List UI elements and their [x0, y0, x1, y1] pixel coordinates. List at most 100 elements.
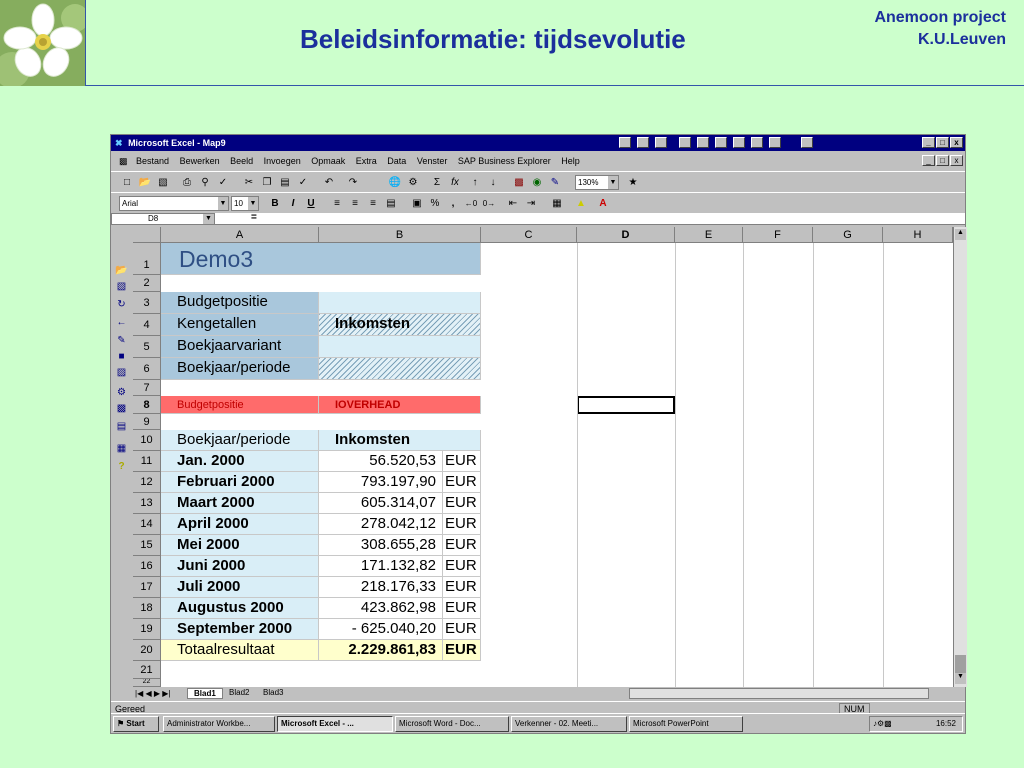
- filter-value[interactable]: [319, 292, 481, 314]
- row-header[interactable]: 4: [133, 314, 161, 336]
- formula-input[interactable]: [271, 213, 965, 224]
- chevron-down-icon[interactable]: ▼: [203, 214, 214, 224]
- filter-value[interactable]: Inkomsten: [319, 314, 481, 336]
- row-header[interactable]: 19: [133, 619, 161, 640]
- format-icon[interactable]: ▤: [114, 421, 129, 435]
- value-cell[interactable]: 605.314,07: [319, 493, 443, 514]
- value-cell[interactable]: 793.197,90: [319, 472, 443, 493]
- row-header[interactable]: 13: [133, 493, 161, 514]
- period-cell[interactable]: Mei 2000: [161, 535, 319, 556]
- help-assistant-icon[interactable]: ★: [625, 175, 641, 190]
- drawing-icon[interactable]: ✎: [547, 175, 563, 190]
- filter-label[interactable]: Budgetpositie: [161, 292, 319, 314]
- total-value[interactable]: 2.229.861,83: [319, 640, 443, 661]
- taskbar-item[interactable]: Administrator Workbe...: [163, 716, 275, 732]
- settings-icon[interactable]: ▩: [114, 403, 129, 417]
- value-cell[interactable]: 308.655,28: [319, 535, 443, 556]
- start-button[interactable]: ⚑ Start: [113, 716, 159, 732]
- preview-icon[interactable]: ⚲: [197, 175, 213, 190]
- chevron-down-icon[interactable]: ▼: [248, 197, 258, 210]
- value-cell[interactable]: - 625.040,20: [319, 619, 443, 640]
- column-header-g[interactable]: G: [813, 227, 883, 243]
- row-header[interactable]: 15: [133, 535, 161, 556]
- row-header[interactable]: 8: [133, 396, 161, 414]
- fill-color-icon[interactable]: ▲: [573, 196, 589, 211]
- row-header[interactable]: 14: [133, 514, 161, 535]
- row-header[interactable]: 16: [133, 556, 161, 577]
- taskbar-item[interactable]: Microsoft PowerPoint: [629, 716, 743, 732]
- increase-indent-icon[interactable]: ⇥: [523, 196, 539, 211]
- table-header-period[interactable]: Boekjaar/periode: [161, 430, 319, 451]
- column-header-c[interactable]: C: [481, 227, 577, 243]
- tab-blad3[interactable]: Blad3: [259, 688, 287, 697]
- save-icon[interactable]: ▧: [155, 175, 171, 190]
- table-header-value[interactable]: Inkomsten: [319, 430, 481, 451]
- doc-close-button[interactable]: x: [950, 155, 963, 166]
- menu-bestand[interactable]: Bestand: [136, 156, 169, 166]
- menu-data[interactable]: Data: [387, 156, 406, 166]
- document-icon[interactable]: ▩: [119, 156, 128, 166]
- filter-value[interactable]: [319, 336, 481, 358]
- underline-button[interactable]: U: [303, 196, 319, 211]
- app-tray-icon[interactable]: [715, 137, 727, 148]
- new-file-icon[interactable]: □: [119, 175, 135, 190]
- spelling-icon[interactable]: ✓: [215, 175, 231, 190]
- row-header[interactable]: 18: [133, 598, 161, 619]
- value-cell[interactable]: 423.862,98: [319, 598, 443, 619]
- value-cell[interactable]: 218.176,33: [319, 577, 443, 598]
- period-cell[interactable]: Juli 2000: [161, 577, 319, 598]
- copy-icon[interactable]: ❐: [259, 175, 275, 190]
- app-tray-icon[interactable]: [637, 137, 649, 148]
- app-tray-icon[interactable]: [769, 137, 781, 148]
- refresh-icon[interactable]: ↻: [114, 299, 129, 313]
- redo-icon[interactable]: ↷: [345, 175, 361, 190]
- chart-wizard-icon[interactable]: ▩: [511, 175, 527, 190]
- row-header[interactable]: 12: [133, 472, 161, 493]
- row-header[interactable]: 20: [133, 640, 161, 661]
- chevron-down-icon[interactable]: ▼: [218, 197, 228, 210]
- unit-cell[interactable]: EUR: [443, 514, 481, 535]
- taskbar-item[interactable]: Verkenner - 02. Meeti...: [511, 716, 627, 732]
- column-header-f[interactable]: F: [743, 227, 813, 243]
- unit-cell[interactable]: EUR: [443, 535, 481, 556]
- increase-decimal-icon[interactable]: ←0: [463, 196, 479, 211]
- tab-blad2[interactable]: Blad2: [225, 688, 253, 697]
- currency-icon[interactable]: ▣: [409, 196, 425, 211]
- function-button[interactable]: fx: [447, 175, 463, 190]
- hyperlink-icon[interactable]: 🌐: [387, 175, 403, 190]
- autosum-button[interactable]: Σ: [429, 175, 445, 190]
- tools-icon[interactable]: ⚙: [114, 387, 129, 401]
- map-icon[interactable]: ◉: [529, 175, 545, 190]
- cut-icon[interactable]: ✂: [241, 175, 257, 190]
- column-header-e[interactable]: E: [675, 227, 743, 243]
- percent-button[interactable]: %: [427, 196, 443, 211]
- app-tray-icon[interactable]: [751, 137, 763, 148]
- doc-minimize-button[interactable]: _: [922, 155, 935, 166]
- horizontal-scrollbar[interactable]: [629, 688, 929, 699]
- total-unit[interactable]: EUR: [443, 640, 481, 661]
- paste-icon[interactable]: ▤: [277, 175, 293, 190]
- row-header[interactable]: 22: [133, 679, 161, 687]
- row-header[interactable]: 6: [133, 358, 161, 380]
- scroll-down-icon[interactable]: ▼: [955, 673, 966, 684]
- font-size-select[interactable]: 10 ▼: [231, 196, 259, 211]
- filter-label[interactable]: Kengetallen: [161, 314, 319, 336]
- align-right-icon[interactable]: ≡: [365, 196, 381, 211]
- value-cell[interactable]: 56.520,53: [319, 451, 443, 472]
- filter-icon[interactable]: ■: [114, 351, 129, 365]
- app-tray-icon[interactable]: [697, 137, 709, 148]
- tab-scroll-icons[interactable]: |◀ ◀ ▶ ▶|: [135, 689, 170, 698]
- align-center-icon[interactable]: ≡: [347, 196, 363, 211]
- scroll-thumb[interactable]: [955, 655, 966, 673]
- row-header[interactable]: 3: [133, 292, 161, 314]
- minimize-button[interactable]: _: [922, 137, 935, 148]
- sort-ascending-icon[interactable]: ↑: [467, 175, 483, 190]
- scroll-up-icon[interactable]: ▲: [955, 229, 966, 240]
- period-cell[interactable]: Februari 2000: [161, 472, 319, 493]
- back-icon[interactable]: ←: [114, 317, 129, 331]
- open-workbook-icon[interactable]: 📂: [114, 265, 129, 279]
- period-cell[interactable]: Jan. 2000: [161, 451, 319, 472]
- column-header-h[interactable]: H: [883, 227, 953, 243]
- app-tray-icon[interactable]: [655, 137, 667, 148]
- unit-cell[interactable]: EUR: [443, 598, 481, 619]
